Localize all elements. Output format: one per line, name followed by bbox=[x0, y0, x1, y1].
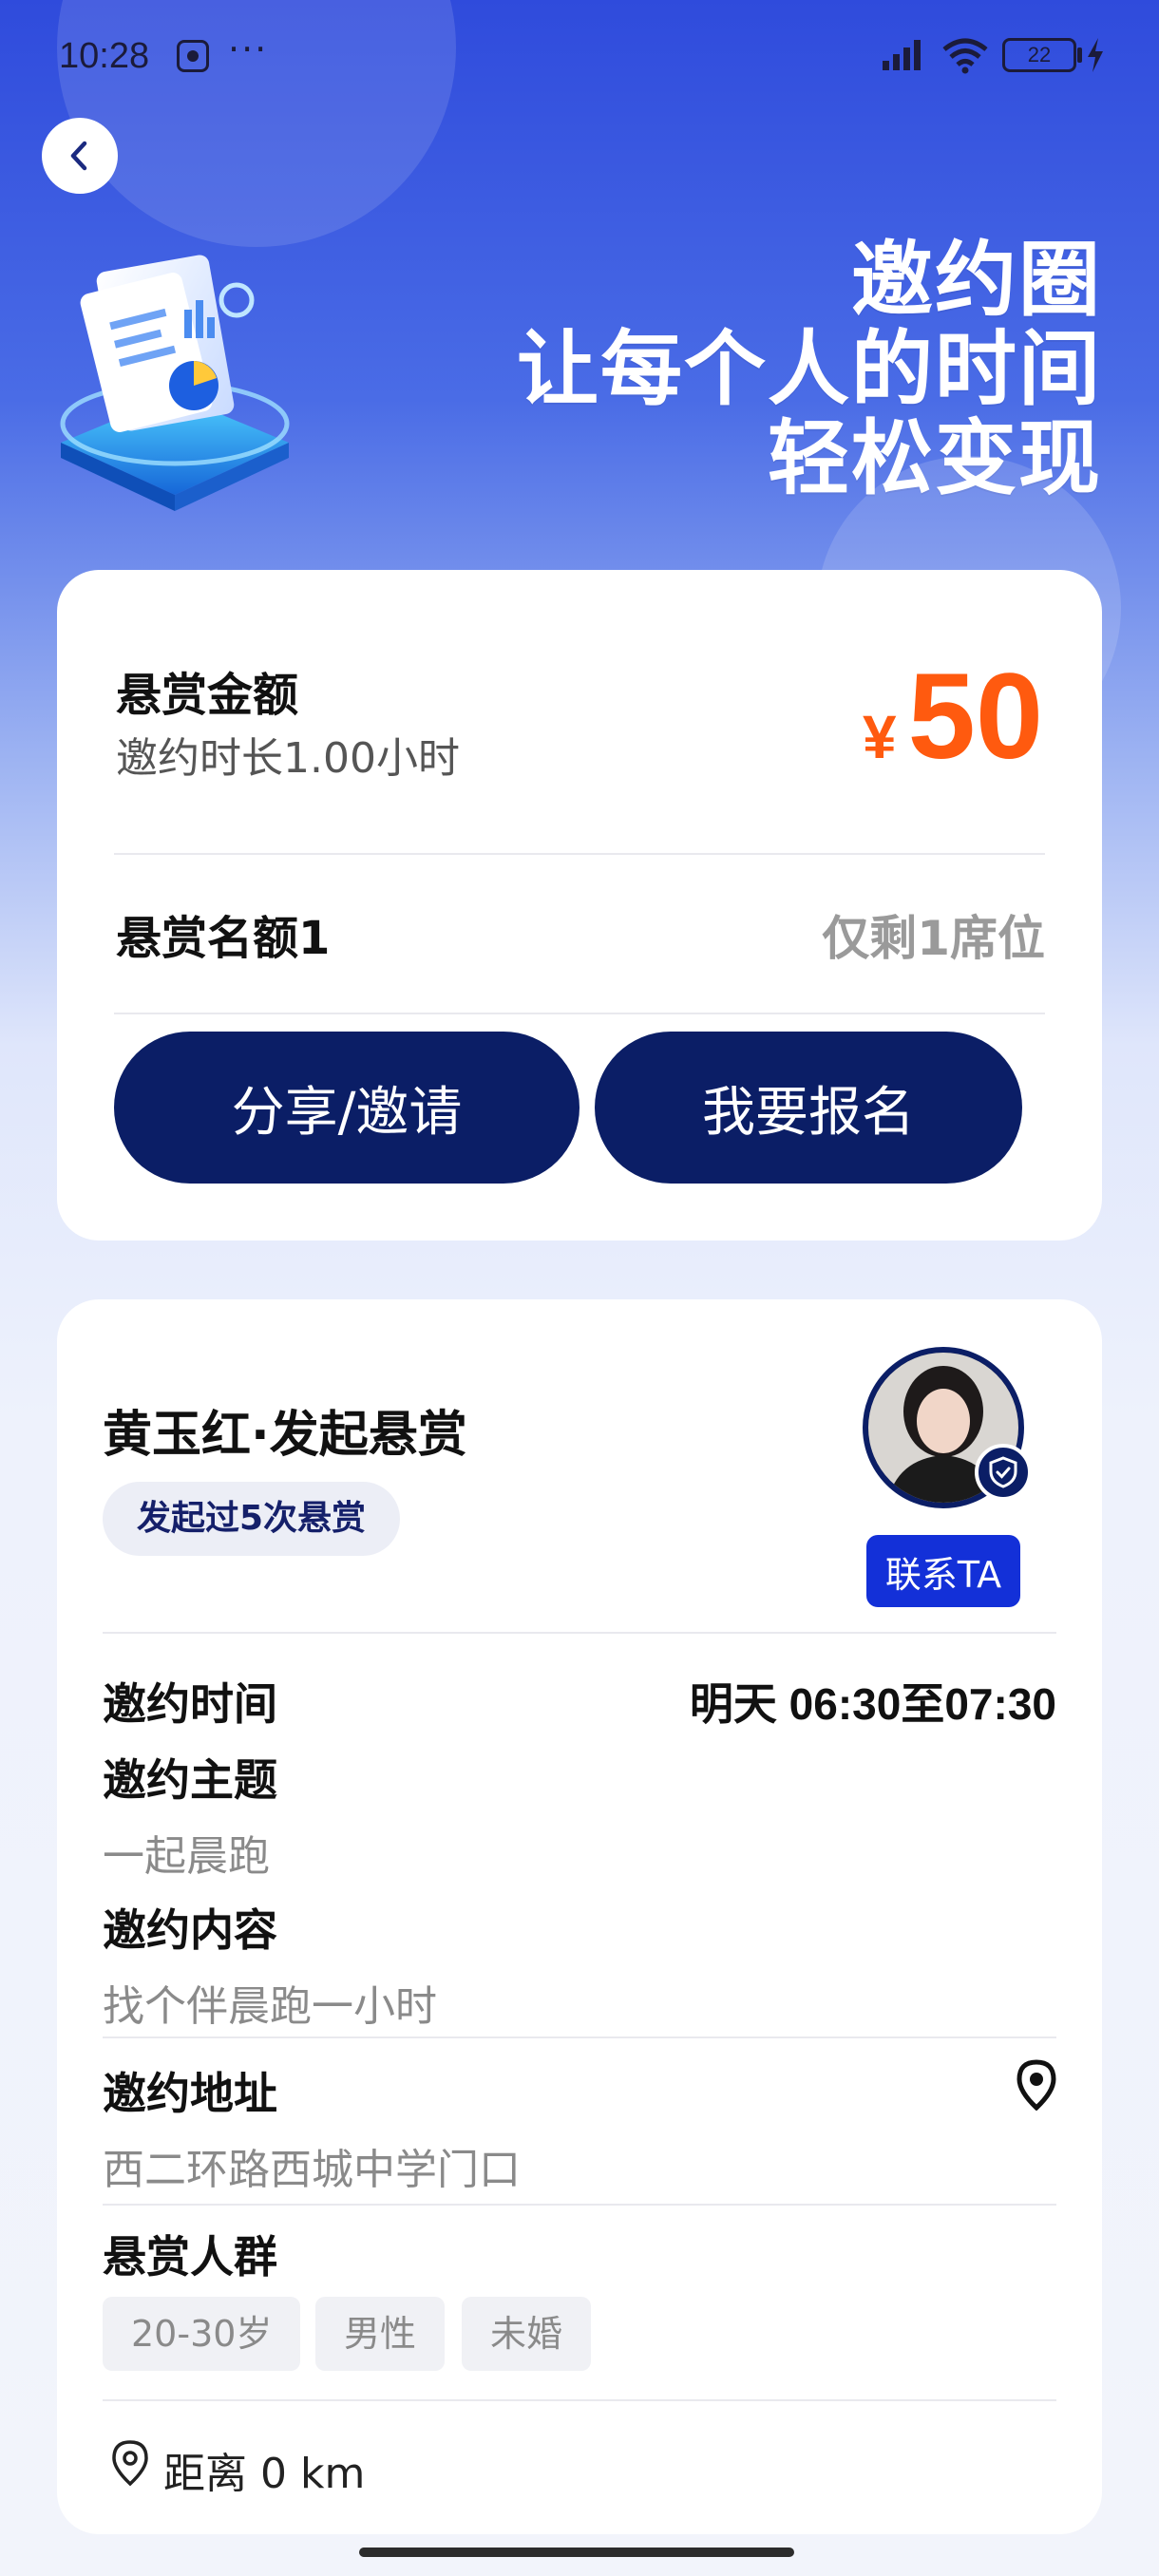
battery-icon: 22 bbox=[1002, 38, 1076, 72]
divider bbox=[114, 1013, 1045, 1014]
location-pin-icon[interactable] bbox=[1015, 2059, 1058, 2111]
hero-title: 邀约圈 让每个人的时间 轻松变现 bbox=[517, 236, 1102, 503]
reward-card: 悬赏金额 邀约时长1.00小时 ¥ 50 悬赏名额1 仅剩1席位 分享/邀请 我… bbox=[57, 570, 1102, 1241]
theme-label: 邀约主题 bbox=[103, 1754, 277, 1806]
baidu-icon bbox=[177, 40, 209, 72]
audience-label: 悬赏人群 bbox=[103, 2231, 277, 2282]
theme-value: 一起晨跑 bbox=[103, 1832, 270, 1881]
time-value: 明天 06:30至07:30 bbox=[689, 1679, 1056, 1729]
location-icon bbox=[112, 2440, 148, 2487]
document-illustration-icon bbox=[60, 255, 290, 511]
reward-amount-label: 悬赏金额 bbox=[116, 669, 299, 722]
detail-card: 黄玉红·发起悬赏 发起过5次悬赏 联系TA 邀约时间 明天 06:30至07:3… bbox=[57, 1299, 1102, 2534]
reward-count-badge: 发起过5次悬赏 bbox=[103, 1482, 401, 1556]
wifi-icon bbox=[942, 38, 988, 74]
battery-level: 22 bbox=[1027, 43, 1052, 66]
status-time: 10:28 bbox=[59, 36, 150, 76]
address-value: 西二环路西城中学门口 bbox=[103, 2146, 521, 2194]
audience-tag: 20-30岁 bbox=[103, 2297, 301, 2371]
divider bbox=[103, 2204, 1056, 2206]
divider bbox=[103, 2036, 1056, 2038]
battery-cap bbox=[1077, 47, 1082, 63]
divider bbox=[103, 1632, 1056, 1634]
content-label: 邀约内容 bbox=[103, 1904, 277, 1956]
chevron-left-icon bbox=[70, 141, 87, 171]
home-indicator[interactable] bbox=[359, 2548, 794, 2557]
audience-tag: 男性 bbox=[315, 2297, 446, 2371]
slots-label: 悬赏名额1 bbox=[116, 912, 331, 965]
more-notifications-icon: ··· bbox=[228, 28, 269, 70]
divider bbox=[103, 2399, 1056, 2401]
hero-title-line: 让每个人的时间 bbox=[517, 322, 1102, 417]
hero-title-line: 轻松变现 bbox=[768, 411, 1102, 506]
contact-button[interactable]: 联系TA bbox=[866, 1535, 1020, 1607]
reward-price: ¥ 50 bbox=[863, 655, 1043, 779]
initiator-title: 黄玉红·发起悬赏 bbox=[103, 1407, 467, 1464]
distance-label: 距离 0 km bbox=[163, 2450, 366, 2498]
time-label: 邀约时间 bbox=[103, 1678, 277, 1730]
status-bar: 10:28 ··· 22 bbox=[0, 0, 1159, 114]
duration-label: 邀约时长1.00小时 bbox=[116, 734, 460, 783]
signup-button[interactable]: 我要报名 bbox=[595, 1032, 1022, 1184]
verified-shield-icon bbox=[975, 1444, 1032, 1501]
share-invite-button[interactable]: 分享/邀请 bbox=[114, 1032, 580, 1184]
hero-title-line: 邀约圈 bbox=[851, 233, 1102, 328]
audience-tag: 未婚 bbox=[462, 2297, 592, 2371]
signal-icon bbox=[883, 40, 921, 70]
back-button[interactable] bbox=[42, 118, 118, 194]
slots-remaining: 仅剩1席位 bbox=[822, 911, 1045, 966]
currency-symbol: ¥ bbox=[863, 703, 897, 771]
address-label: 邀约地址 bbox=[103, 2068, 277, 2119]
content-value: 找个伴晨跑一小时 bbox=[103, 1982, 437, 2031]
reward-amount-value: 50 bbox=[907, 649, 1043, 785]
divider bbox=[114, 853, 1045, 855]
charging-bolt-icon bbox=[1088, 38, 1103, 72]
